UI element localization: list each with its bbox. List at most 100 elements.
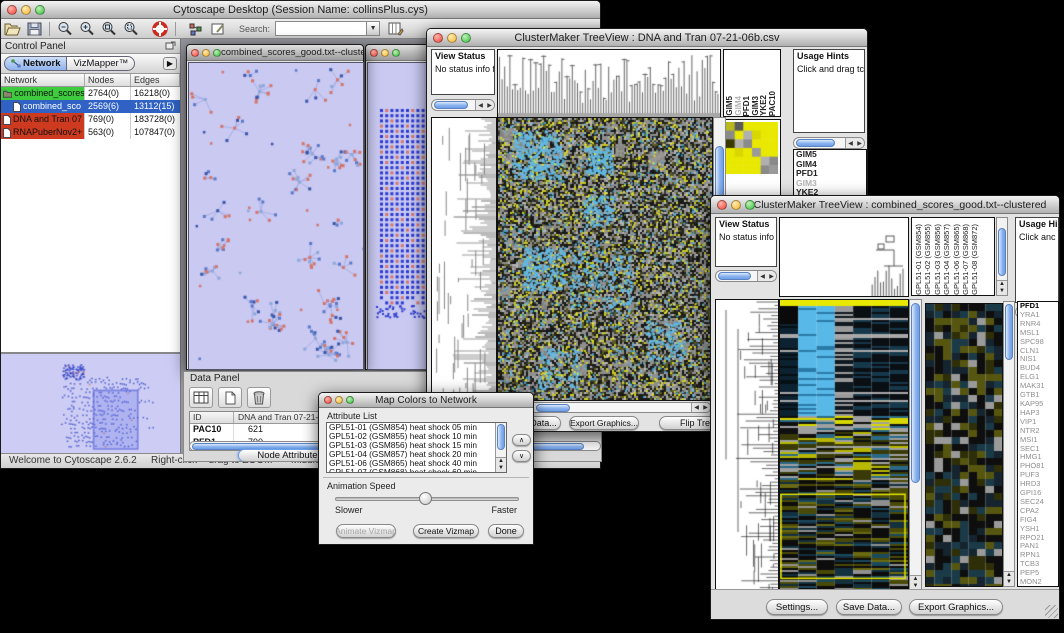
tv2-col-dendrogram-canvas[interactable]: [779, 217, 909, 297]
zoom-selected-icon[interactable]: [121, 20, 141, 37]
scroll-left-icon[interactable]: ◀: [476, 102, 485, 109]
tv2-column-label[interactable]: GPL51-08 (GSM872): [970, 224, 979, 295]
tv2-column-label[interactable]: GPL51-02 (GSM855): [923, 224, 932, 295]
zoom-button[interactable]: [745, 200, 755, 210]
tv2-column-label[interactable]: GPL51-04 (GSM857): [942, 224, 951, 295]
zoom-button[interactable]: [346, 396, 354, 404]
minimize-button[interactable]: [381, 49, 389, 57]
tv2-vertical-scrollbar[interactable]: ▲▼: [909, 299, 922, 591]
save-icon[interactable]: [24, 20, 44, 37]
table-row[interactable]: DNA and Tran 07 769(0) 183728(0): [1, 113, 180, 126]
attribute-list-scrollbar[interactable]: ▲▼: [495, 423, 506, 472]
search-input[interactable]: [275, 21, 367, 36]
trash-icon[interactable]: [247, 387, 271, 408]
tv1-col-dendrogram-canvas[interactable]: [497, 49, 721, 119]
tv2-row-dendrogram-canvas[interactable]: [715, 299, 779, 591]
tv1-hints-scrollbar[interactable]: ◀▶: [793, 137, 865, 149]
dialog-titlebar[interactable]: Map Colors to Network: [319, 393, 533, 408]
scroll-arrows[interactable]: ▲▼: [1004, 571, 1014, 586]
table-row-selected[interactable]: combined_sco 2569(6) 13112(15): [1, 100, 180, 113]
scroll-arrows[interactable]: ▲▼: [997, 280, 1007, 295]
tv2-zoom-heatmap-canvas[interactable]: [925, 303, 1003, 587]
tv2-save-data-button[interactable]: Save Data...: [836, 599, 902, 615]
network-small-icon[interactable]: [186, 20, 206, 37]
tab-vizmapper[interactable]: VizMapper™: [67, 56, 135, 71]
tv1-matrix-canvas[interactable]: [726, 122, 778, 174]
zoom-button[interactable]: [213, 49, 221, 57]
close-button[interactable]: [191, 49, 199, 57]
tv2-labels-scrollbar[interactable]: ▲▼: [996, 217, 1008, 296]
zoom-button[interactable]: [461, 33, 471, 43]
tv1-status-scrollbar[interactable]: ◀▶: [431, 99, 495, 111]
tv2-heatmap-canvas[interactable]: [779, 299, 909, 591]
tv2-column-label[interactable]: GPL51-06 (GSM865): [952, 224, 961, 295]
tv2-gene-label[interactable]: MON2: [1018, 578, 1058, 587]
animate-vizmap-button[interactable]: Animate Vizmap: [336, 524, 396, 538]
move-up-button[interactable]: ∧: [512, 434, 531, 446]
scroll-right-icon[interactable]: ▶: [767, 273, 776, 280]
float-icon[interactable]: [165, 41, 176, 51]
tv1-column-label[interactable]: PAC10: [769, 91, 778, 116]
scroll-right-icon[interactable]: ▶: [855, 140, 864, 147]
network-titlebar[interactable]: combined_scores_good.txt--cluste...: [187, 45, 363, 61]
zoom-out-icon[interactable]: [55, 20, 75, 37]
create-vizmap-button[interactable]: Create Vizmap: [413, 524, 479, 538]
file-icon[interactable]: [218, 387, 242, 408]
table-icon[interactable]: [189, 387, 213, 408]
tv2-zoom-scrollbar[interactable]: ▲▼: [1003, 301, 1015, 587]
tab-overflow-button[interactable]: ▶: [163, 57, 177, 70]
attribute-listbox[interactable]: GPL51-01 (GSM854) heat shock 05 minGPL51…: [326, 422, 507, 473]
scroll-right-icon[interactable]: ▶: [485, 102, 494, 109]
birdseye-canvas[interactable]: [1, 352, 180, 453]
resize-grip[interactable]: [1045, 605, 1058, 618]
zoom-in-icon[interactable]: [77, 20, 97, 37]
close-button[interactable]: [717, 200, 727, 210]
tv1-row-dendrogram-canvas[interactable]: [431, 117, 497, 401]
scroll-arrows[interactable]: ▲▼: [910, 575, 921, 590]
cytoscape-titlebar[interactable]: Cytoscape Desktop (Session Name: collins…: [1, 1, 600, 19]
tv2-settings-button[interactable]: Settings...: [766, 599, 828, 615]
scroll-arrows[interactable]: ▲▼: [496, 457, 506, 472]
tv2-column-label[interactable]: GPL51-01 (GSM854): [914, 224, 923, 295]
tv1-heatmap-canvas[interactable]: [497, 117, 713, 401]
tab-network[interactable]: Network: [4, 56, 67, 71]
treeview2-titlebar[interactable]: ClusterMaker TreeView : combined_scores_…: [711, 196, 1059, 214]
column-id[interactable]: ID: [190, 412, 234, 423]
search-config-icon[interactable]: [386, 20, 406, 37]
table-row[interactable]: combined_scores_ 2764(0) 16218(0): [1, 87, 180, 100]
column-nodes[interactable]: Nodes: [85, 74, 131, 86]
tv2-column-label[interactable]: GPL51-03 (GSM856): [933, 224, 942, 295]
scroll-left-icon[interactable]: ◀: [846, 140, 855, 147]
slider-thumb[interactable]: [419, 492, 432, 505]
search-dropdown-arrow[interactable]: ▼: [367, 21, 380, 36]
column-network[interactable]: Network: [1, 74, 85, 86]
close-button[interactable]: [370, 49, 378, 57]
move-down-button[interactable]: ∨: [512, 450, 531, 462]
zoom-fit-icon[interactable]: [99, 20, 119, 37]
open-icon[interactable]: [2, 20, 22, 37]
treeview1-titlebar[interactable]: ClusterMaker TreeView : DNA and Tran 07-…: [427, 29, 867, 47]
column-edges[interactable]: Edges: [131, 74, 180, 86]
scroll-left-icon[interactable]: ◀: [758, 273, 767, 280]
close-button[interactable]: [433, 33, 443, 43]
minimize-button[interactable]: [202, 49, 210, 57]
minimize-button[interactable]: [21, 5, 31, 15]
minimize-button[interactable]: [335, 396, 343, 404]
close-button[interactable]: [7, 5, 17, 15]
scroll-left-icon[interactable]: ◀: [692, 404, 701, 411]
attribute-item[interactable]: GPL51-07 (GSM868) heat shock 60 min: [327, 468, 506, 473]
close-button[interactable]: [324, 396, 332, 404]
tv2-export-graphics-button[interactable]: Export Graphics...: [909, 599, 1003, 615]
network1-canvas[interactable]: [188, 62, 364, 370]
minimize-button[interactable]: [731, 200, 741, 210]
tv2-status-scrollbar[interactable]: ◀▶: [715, 270, 777, 282]
tv1-export-graphics-button[interactable]: Export Graphics...: [569, 416, 639, 430]
help-ring-icon[interactable]: [150, 20, 170, 37]
done-button[interactable]: Done: [488, 524, 524, 538]
scroll-right-icon[interactable]: ▶: [701, 404, 710, 411]
table-row[interactable]: RNAPuberNov2+ 563(0) 107847(0): [1, 126, 180, 139]
zoom-button[interactable]: [392, 49, 400, 57]
minimize-button[interactable]: [447, 33, 457, 43]
zoom-button[interactable]: [35, 5, 45, 15]
annotation-icon[interactable]: [208, 20, 228, 37]
